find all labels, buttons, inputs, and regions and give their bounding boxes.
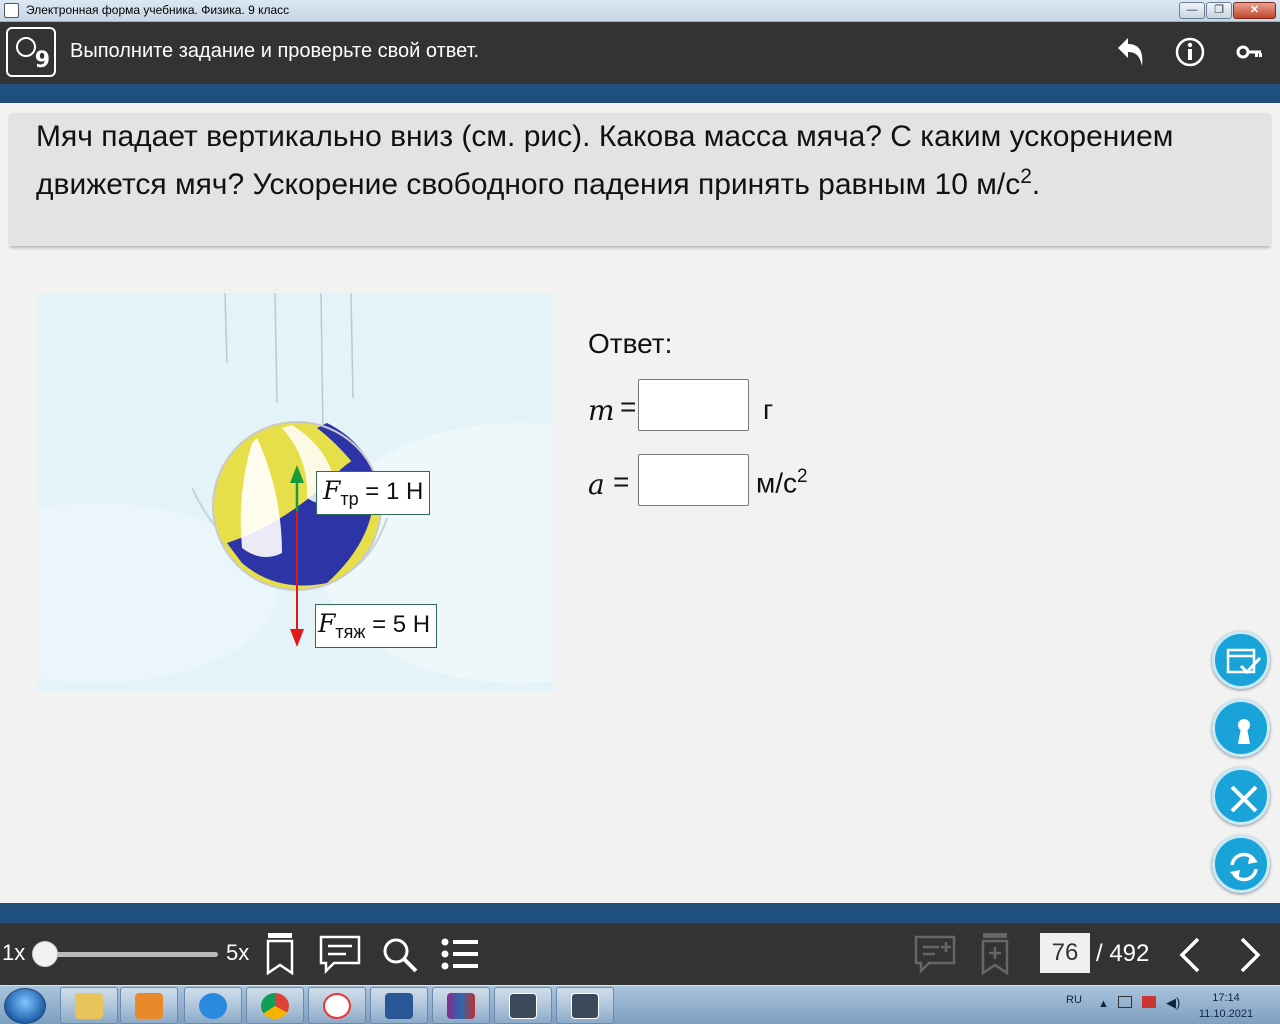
info-icon[interactable] [1172,34,1208,70]
acceleration-unit-base: м/с [756,467,798,499]
acceleration-equals: = [613,466,630,497]
taskbar-physics-9[interactable] [494,987,552,1024]
motion-line [224,293,228,364]
window-titlebar: Электронная форма учебника. Физика. 9 кл… [0,0,1280,22]
close-icon [1230,785,1258,813]
clock[interactable]: 17:14 11.10.2021 [1196,990,1256,1022]
start-button[interactable] [4,988,46,1024]
back-icon[interactable] [1112,34,1148,70]
page-number-input[interactable]: 76 [1040,933,1090,973]
gravity-force-value: = 5 Н [365,611,431,638]
minimize-button[interactable]: — [1179,2,1205,19]
taskbar-chrome[interactable] [246,987,304,1024]
zoom-min-label: 1x [2,940,26,965]
header-stripe [0,84,1280,103]
chrome-icon [261,993,289,1019]
word-icon [385,993,413,1019]
question-end: . [1031,168,1041,201]
clock-date: 11.10.2021 [1198,1008,1254,1020]
check-icon [1226,648,1262,675]
close-task-button[interactable] [1212,767,1270,825]
gravity-arrowhead [290,629,304,647]
taskbar-word[interactable] [370,987,428,1024]
maximize-button[interactable]: ❐ [1206,2,1232,19]
clock-time: 17:14 [1212,992,1240,1004]
network-icon[interactable] [1118,996,1132,1008]
volume-icon[interactable]: ◀) [1166,995,1180,1011]
acceleration-variable: a [588,468,605,501]
taskbar-explorer[interactable] [60,987,118,1024]
taskbar-internet-explorer[interactable] [184,987,242,1024]
motion-line [350,293,354,399]
physics-textbook-icon [509,993,537,1019]
question-panel: Мяч падает вертикально вниз (см. рис). К… [10,113,1270,246]
next-page-icon[interactable] [1228,933,1272,977]
acceleration-unit: м/с2 [756,466,808,499]
textbook-logo[interactable]: 9 [6,27,56,77]
flag-icon[interactable] [1142,996,1156,1008]
mass-input[interactable] [638,379,749,431]
friction-force-symbol: F [323,476,341,505]
page-title: Выполните задание и проверьте свой ответ… [70,40,480,62]
taskbar-media-player[interactable] [120,987,178,1024]
question-body: Мяч падает вертикально вниз (см. рис). К… [36,120,1174,201]
acceleration-input[interactable] [638,454,749,506]
logo-number: 9 [34,48,50,73]
comment-icon[interactable] [318,933,362,977]
internet-explorer-icon [199,993,227,1019]
zoom-slider[interactable] [44,952,218,957]
window-title: Электронная форма учебника. Физика. 9 кл… [26,3,290,17]
ball-figure: Fтр = 1 Н Fтяж = 5 Н [37,293,553,691]
motion-line [274,293,278,404]
media-player-icon [135,993,163,1019]
tray-expand-icon[interactable]: ▲ [1098,998,1109,1010]
close-window-button[interactable]: ✕ [1233,2,1276,19]
ball-illustration [37,293,553,683]
folder-icon [75,993,103,1019]
key-icon[interactable] [1232,34,1268,70]
add-comment-icon[interactable] [913,933,957,977]
motion-line [320,293,324,434]
add-bookmark-icon[interactable] [973,933,1017,977]
language-indicator[interactable]: RU [1066,994,1082,1006]
yandex-icon [323,993,351,1019]
zoom-max-label: 5x [226,940,250,965]
acceleration-unit-exponent: 2 [797,466,808,487]
zoom-slider-thumb[interactable] [32,941,58,967]
taskbar-chemistry-7[interactable] [556,987,614,1024]
bottom-toolbar: 1x 5x 76 / 492 [0,923,1280,985]
answer-heading: Ответ: [588,328,673,359]
mass-variable: m [588,394,615,427]
friction-force-subscript: тр [340,488,359,509]
previous-page-icon[interactable] [1168,933,1212,977]
retry-button[interactable] [1212,835,1270,893]
taskbar-winrar[interactable] [432,987,490,1024]
friction-force-value: = 1 Н [358,478,424,505]
question-exponent: 2 [1020,165,1032,188]
keyhole-icon [1238,719,1250,744]
contents-list-icon[interactable] [438,933,482,977]
footer-stripe [0,903,1280,923]
taskbar-yandex[interactable] [308,987,366,1024]
mass-unit: г [763,394,774,425]
gravity-force-label: Fтяж = 5 Н [315,604,438,648]
os-taskbar: RU ▲ ◀) 17:14 11.10.2021 [0,985,1280,1024]
winrar-icon [447,993,475,1019]
chemistry-textbook-icon [571,993,599,1019]
refresh-icon [1230,852,1258,882]
app-icon [4,3,19,18]
atom-icon [16,37,36,57]
show-answer-button[interactable] [1212,699,1270,757]
gravity-force-symbol: F [318,609,336,638]
friction-force-label: Fтр = 1 Н [316,471,431,515]
page-total: / 492 [1096,940,1150,967]
window-controls: — ❐ ✕ [1179,2,1276,19]
check-answer-button[interactable] [1212,631,1270,689]
app-header: 9 Выполните задание и проверьте свой отв… [0,22,1280,84]
bookmark-icon[interactable] [258,933,302,977]
mass-equals: = [620,391,637,422]
gravity-force-subscript: тяж [335,621,366,642]
search-icon[interactable] [378,933,422,977]
question-text: Мяч падает вертикально вниз (см. рис). К… [36,117,1236,205]
